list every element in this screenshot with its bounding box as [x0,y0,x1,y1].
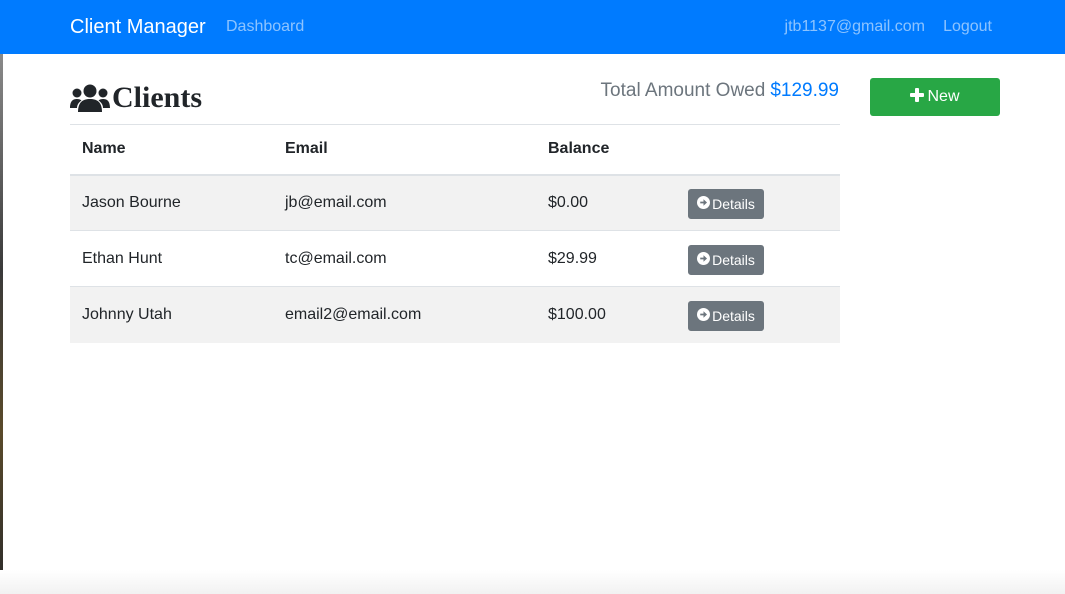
clients-table: Name Email Balance Jason Bourne jb@email… [70,124,840,343]
table-header-row: Name Email Balance [70,124,840,175]
total-owed: Total Amount Owed $129.99 [601,80,839,102]
column-header-email: Email [285,140,328,158]
window-left-edge [0,54,3,594]
column-header-balance: Balance [548,140,610,158]
window-bottom-edge [0,570,1065,594]
nav-dashboard-link[interactable]: Dashboard [226,17,304,37]
page-heading: Clients [70,81,202,115]
details-button[interactable]: Details [688,244,764,275]
details-button-label: Details [712,251,755,268]
column-header-name: Name [82,140,126,158]
arrow-circle-right-icon [697,307,712,324]
top-navbar: Client Manager Dashboard jtb1137@gmail.c… [0,0,1065,54]
table-row: Johnny Utah email2@email.com $100.00 Det… [70,286,840,343]
page-title: Clients [112,81,202,114]
details-button[interactable]: Details [688,188,764,219]
client-email: jb@email.com [285,193,387,211]
client-name: Ethan Hunt [82,249,163,267]
details-button-label: Details [712,195,755,212]
new-client-button[interactable]: New [870,78,1000,116]
client-name: Johnny Utah [82,305,172,323]
details-button-label: Details [712,307,755,324]
client-email: email2@email.com [285,305,422,323]
users-icon [70,84,110,112]
client-balance: $0.00 [548,193,589,211]
table-row: Jason Bourne jb@email.com $0.00 Details [70,174,840,231]
nav-user-email[interactable]: jtb1137@gmail.com [785,17,925,37]
table-row: Ethan Hunt tc@email.com $29.99 Details [70,231,840,287]
total-owed-label: Total Amount Owed [600,80,766,101]
client-balance: $100.00 [548,305,606,323]
client-email: tc@email.com [285,249,387,267]
details-button[interactable]: Details [688,300,764,331]
client-balance: $29.99 [548,249,597,267]
client-actions-cell: Details [676,287,840,343]
nav-logout-link[interactable]: Logout [943,17,992,37]
column-header-actions [676,125,840,175]
client-actions-cell: Details [676,175,840,231]
arrow-circle-right-icon [697,251,712,268]
total-owed-value: $129.99 [770,80,839,101]
arrow-circle-right-icon [697,195,712,212]
brand-link[interactable]: Client Manager [70,15,206,39]
plus-icon [910,87,927,107]
new-button-label: New [927,88,960,105]
client-actions-cell: Details [676,231,840,287]
client-name: Jason Bourne [82,193,181,211]
